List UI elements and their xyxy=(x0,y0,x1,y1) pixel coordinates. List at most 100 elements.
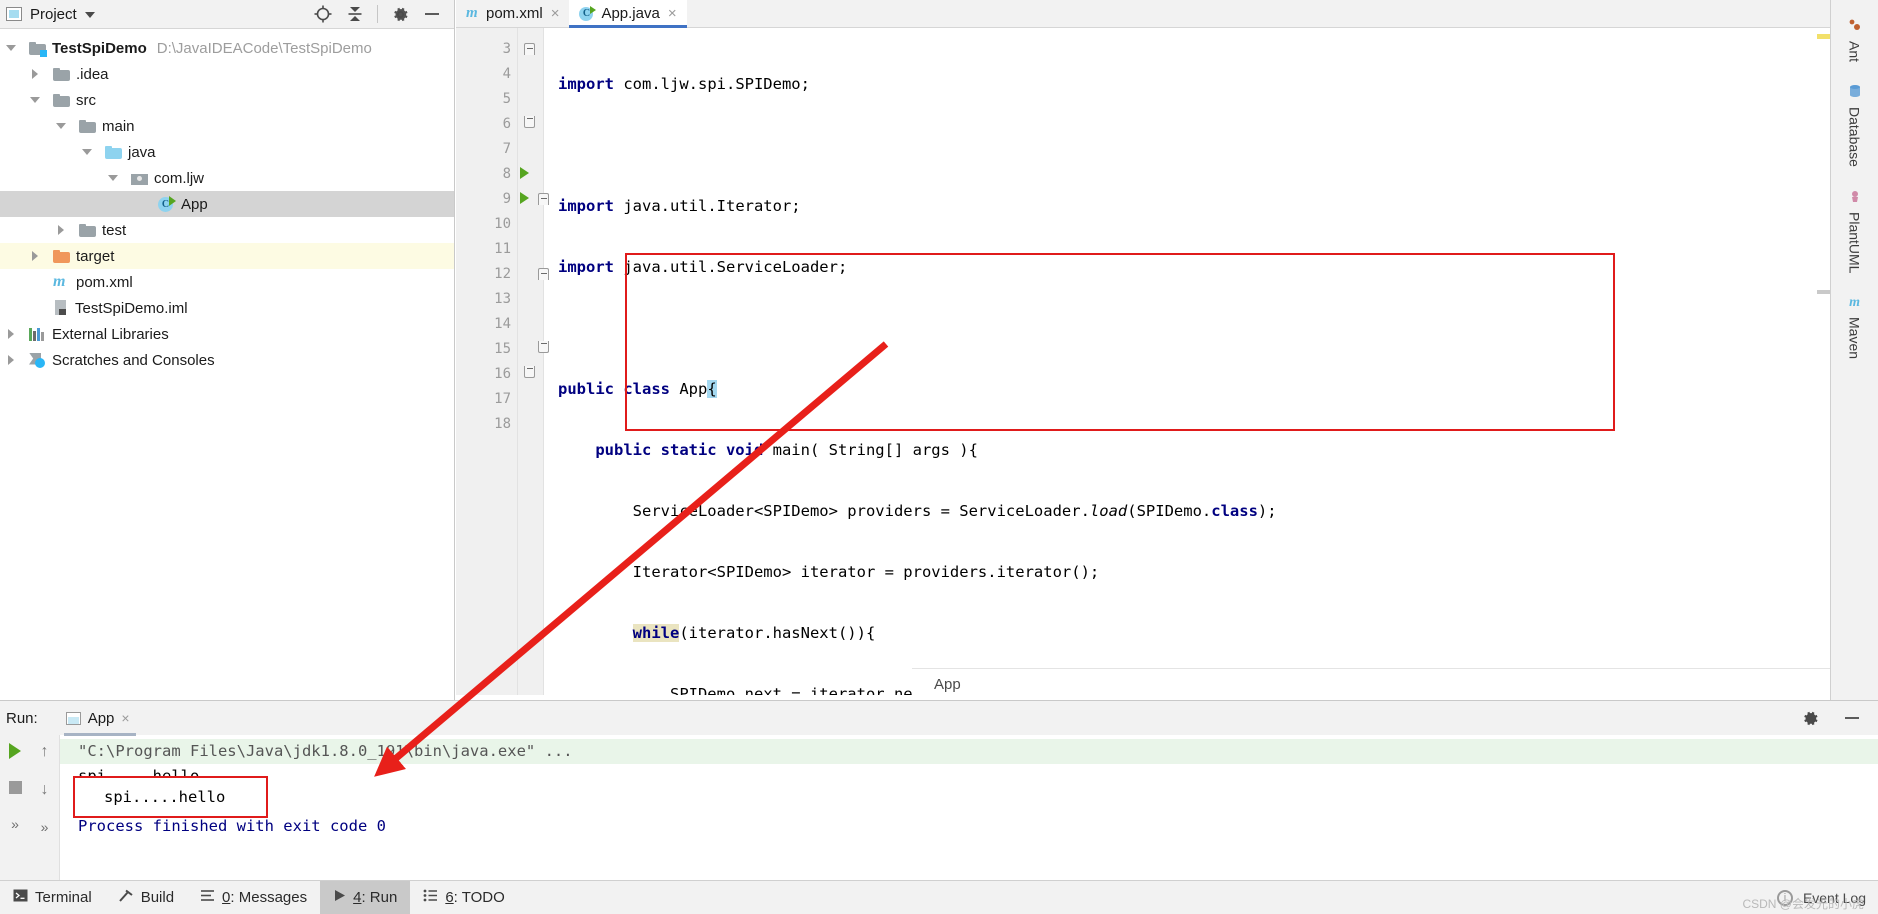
tree-item-src[interactable]: src xyxy=(0,87,454,113)
tree-item-main[interactable]: main xyxy=(0,113,454,139)
expand-chevrons-icon[interactable]: » xyxy=(11,816,19,832)
right-tab-maven[interactable]: m Maven xyxy=(1847,295,1863,359)
status-button-todo[interactable]: 6: TODO xyxy=(410,881,517,914)
status-button-messages[interactable]: 0: Messages xyxy=(187,881,320,914)
status-button-mnemonic: 4 xyxy=(353,889,362,906)
run-tab-app[interactable]: App × xyxy=(63,710,136,736)
chevron-right-icon[interactable] xyxy=(30,250,41,262)
ant-icon xyxy=(1848,18,1862,35)
marker-warning[interactable] xyxy=(1817,34,1830,39)
tree-item-package-comljw[interactable]: com.ljw xyxy=(0,165,454,191)
more-chevrons-icon[interactable]: » xyxy=(41,819,49,835)
line-number: 17 xyxy=(494,390,511,407)
stop-icon[interactable] xyxy=(8,781,22,794)
iml-file-icon xyxy=(53,300,69,316)
console-line: spi.....hello xyxy=(78,767,200,785)
marker-caret[interactable] xyxy=(1817,290,1830,294)
rerun-icon[interactable] xyxy=(9,743,21,759)
chevron-down-icon[interactable] xyxy=(30,95,41,106)
chevron-right-icon[interactable] xyxy=(30,68,41,80)
project-tool-window-title: Project xyxy=(30,5,77,23)
status-button-run[interactable]: 4: Run xyxy=(320,880,411,914)
code-editor[interactable]: 3 4 5 6 7 8 9 10 11 12 13 14 15 16 17 18 xyxy=(456,28,1830,695)
run-console[interactable]: "C:\Program Files\Java\jdk1.8.0_191\bin\… xyxy=(60,735,1878,881)
chevron-down-icon[interactable] xyxy=(56,121,67,132)
toolbar-separator xyxy=(377,5,378,23)
chevron-right-icon[interactable] xyxy=(56,224,67,236)
line-number: 6 xyxy=(502,115,511,132)
excluded-folder-icon xyxy=(53,249,70,263)
tree-item-label: External Libraries xyxy=(52,325,169,343)
tree-item-pom-xml[interactable]: m pom.xml xyxy=(0,269,454,295)
run-gutter-icon[interactable] xyxy=(520,192,529,204)
locate-icon[interactable] xyxy=(313,4,333,24)
tree-item-label: test xyxy=(102,221,127,239)
editor-tab-pom-xml[interactable]: m pom.xml × xyxy=(456,0,570,27)
tree-item-scratches-and-consoles[interactable]: Scratches and Consoles xyxy=(0,347,454,373)
fold-marker-icon[interactable] xyxy=(524,116,535,128)
annotation-output-text: spi.....hello xyxy=(104,788,226,806)
editor-area: m pom.xml × C App.java × 3 4 5 6 7 8 9 1… xyxy=(456,0,1878,700)
tree-item-label: src xyxy=(76,91,96,109)
down-arrow-icon[interactable]: ↓ xyxy=(41,781,49,799)
editor-marker-gutter[interactable] xyxy=(518,28,549,695)
close-icon[interactable]: × xyxy=(551,5,560,22)
status-button-build[interactable]: Build xyxy=(105,881,187,914)
tree-item-external-libraries[interactable]: External Libraries xyxy=(0,321,454,347)
right-tab-ant[interactable]: Ant xyxy=(1847,18,1863,62)
line-number: 7 xyxy=(502,140,511,157)
tree-item-app-class[interactable]: C App xyxy=(0,191,454,217)
line-number: 8 xyxy=(502,165,511,182)
tree-item-java[interactable]: java xyxy=(0,139,454,165)
settings-gear-icon[interactable] xyxy=(390,4,410,24)
fold-marker-icon[interactable] xyxy=(524,366,535,378)
chevron-down-icon[interactable] xyxy=(82,147,93,158)
tree-item-label: TestSpiDemo xyxy=(52,39,147,57)
hide-icon[interactable] xyxy=(1842,708,1862,728)
tree-item-test[interactable]: test xyxy=(0,217,454,243)
maven-icon: m xyxy=(1849,295,1860,311)
tree-item-label: Scratches and Consoles xyxy=(52,351,215,369)
code-line: while(iterator.hasNext()){ xyxy=(632,624,876,642)
right-tab-database[interactable]: Database xyxy=(1847,84,1863,167)
tree-item-idea[interactable]: .idea xyxy=(0,61,454,87)
breadcrumb: App xyxy=(912,668,1878,700)
status-button-mnemonic: 0 xyxy=(222,889,231,906)
chevron-right-icon[interactable] xyxy=(6,354,17,366)
close-icon[interactable]: × xyxy=(121,710,129,726)
up-arrow-icon[interactable]: ↑ xyxy=(41,743,49,761)
chevron-down-icon[interactable] xyxy=(108,173,119,184)
status-button-label: 0: Messages xyxy=(222,889,308,906)
tree-item-target[interactable]: target xyxy=(0,243,454,269)
chevron-right-icon[interactable] xyxy=(6,328,17,340)
tree-item-project-root[interactable]: TestSpiDemo D:\JavaIDEACode\TestSpiDemo xyxy=(0,35,454,61)
project-tool-window-header: Project xyxy=(0,0,454,29)
console-line: Process finished with exit code 0 xyxy=(78,817,386,835)
folder-icon xyxy=(53,67,70,81)
fold-marker-icon[interactable] xyxy=(524,43,535,55)
editor-tab-app-java[interactable]: C App.java × xyxy=(569,0,687,28)
collapse-all-icon[interactable] xyxy=(345,4,365,24)
right-tab-plantuml[interactable]: PlantUML xyxy=(1847,189,1863,273)
close-icon[interactable]: × xyxy=(668,5,677,22)
code-line: import java.util.ServiceLoader; xyxy=(558,258,848,276)
run-gutter-icon[interactable] xyxy=(520,167,529,179)
package-icon xyxy=(131,172,148,185)
plantuml-icon xyxy=(1848,189,1862,206)
chevron-down-icon[interactable] xyxy=(84,12,95,18)
tree-item-iml-file[interactable]: TestSpiDemo.iml xyxy=(0,295,454,321)
messages-icon xyxy=(200,889,215,906)
editor-marker-scrollbar[interactable] xyxy=(1816,28,1830,695)
chevron-down-icon[interactable] xyxy=(6,43,17,54)
hide-icon[interactable] xyxy=(422,4,442,24)
project-tree[interactable]: TestSpiDemo D:\JavaIDEACode\TestSpiDemo … xyxy=(0,29,454,373)
run-tool-window: Run: App × » ↑ ↓ » "C:\Program Files\Jav… xyxy=(0,700,1878,881)
source-folder-icon xyxy=(105,145,122,159)
status-button-terminal[interactable]: Terminal xyxy=(0,881,105,914)
code-text-area[interactable]: import com.ljw.spi.SPIDemo; import java.… xyxy=(544,28,1830,695)
right-tool-strip: Ant Database PlantUML m Maven xyxy=(1830,0,1878,700)
status-button-text: Messages xyxy=(238,889,308,906)
settings-gear-icon[interactable] xyxy=(1800,708,1820,728)
editor-tab-label: pom.xml xyxy=(486,5,543,22)
